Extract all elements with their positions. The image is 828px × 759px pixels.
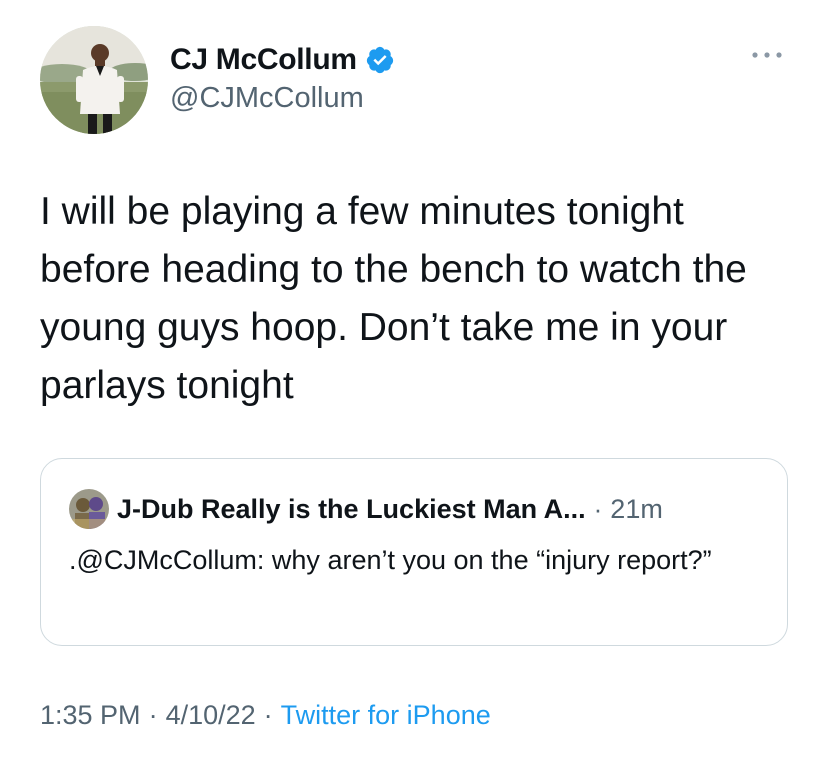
verified-badge-icon: [365, 45, 395, 75]
tweet: CJ McCollum @CJMcCollum I will be playin…: [0, 0, 828, 759]
author-block: CJ McCollum @CJMcCollum: [170, 40, 395, 115]
author-avatar[interactable]: [40, 26, 148, 134]
meta-separator: ·: [148, 700, 158, 730]
quoted-timestamp[interactable]: 21m: [610, 494, 663, 525]
tweet-source-link[interactable]: Twitter for iPhone: [281, 700, 491, 730]
tweet-date[interactable]: 4/10/22: [166, 700, 256, 730]
more-options-icon[interactable]: [750, 48, 784, 62]
quoted-tweet-header: J-Dub Really is the Luckiest Man A... · …: [69, 489, 663, 529]
quoted-tweet-text: .@CJMcCollum: why aren’t you on the “inj…: [69, 545, 712, 575]
quoted-author-name[interactable]: J-Dub Really is the Luckiest Man A...: [117, 494, 586, 525]
author-handle[interactable]: @CJMcCollum: [170, 82, 395, 115]
quoted-author-avatar: [69, 489, 109, 529]
avatar-photo: [40, 26, 148, 134]
tweet-meta: 1:35 PM · 4/10/22 · Twitter for iPhone: [40, 700, 491, 731]
tweet-text: I will be playing a few minutes tonight …: [40, 190, 758, 407]
author-display-name[interactable]: CJ McCollum: [170, 43, 357, 77]
quoted-tweet-card[interactable]: J-Dub Really is the Luckiest Man A... · …: [40, 458, 788, 646]
meta-separator: ·: [263, 700, 273, 730]
quoted-separator: ·: [593, 493, 603, 524]
tweet-time[interactable]: 1:35 PM: [40, 700, 141, 730]
display-name-row: CJ McCollum: [170, 40, 395, 80]
